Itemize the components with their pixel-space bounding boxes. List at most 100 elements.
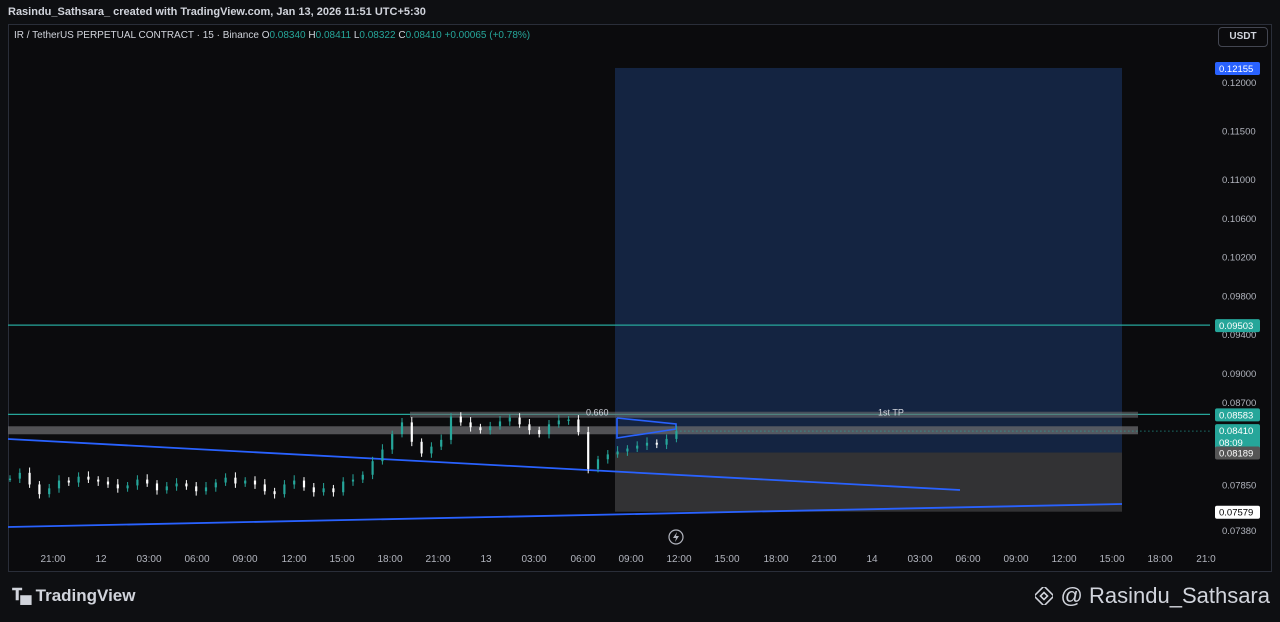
candle-body-1: [18, 472, 21, 479]
x-tick-label-10: 03:00: [521, 554, 546, 565]
candle-body-52: [518, 417, 521, 425]
x-tick-label-15: 18:00: [763, 554, 788, 565]
candle-body-64: [636, 445, 639, 449]
candle-body-15: [155, 483, 159, 491]
candle-body-30: [302, 480, 306, 488]
x-tick-label-1: 12: [95, 554, 107, 565]
price-badge-2: 0.08583: [1215, 408, 1260, 422]
candle-body-31: [312, 487, 315, 493]
price-badge-text-4: 0.08189: [1219, 449, 1253, 460]
candle-body-57: [567, 419, 570, 421]
candle-body-16: [165, 486, 168, 491]
candle-body-3: [38, 484, 41, 495]
candle-body-11: [116, 484, 119, 489]
candle-body-41: [410, 422, 413, 442]
candle-body-35: [351, 479, 355, 482]
price-badge-text-3: 0.08410: [1219, 426, 1253, 437]
x-tick-label-8: 21:00: [425, 554, 450, 565]
author-handle: @ Rasindu_Sathsara: [1034, 583, 1270, 609]
candle-body-66: [655, 442, 658, 445]
candle-body-47: [469, 422, 472, 428]
candle-body-49: [489, 426, 492, 431]
x-tick-label-7: 18:00: [377, 554, 402, 565]
support-band: [8, 426, 1138, 435]
candle-body-61: [606, 454, 609, 460]
candle-body-55: [547, 424, 551, 435]
x-tick-label-20: 09:00: [1003, 554, 1028, 565]
x-tick-label-23: 18:00: [1147, 554, 1172, 565]
candle-body-12: [126, 485, 129, 489]
candle-body-65: [645, 442, 649, 446]
high-label: H: [308, 30, 316, 41]
x-tick-label-19: 06:00: [955, 554, 980, 565]
candle-body-13: [136, 479, 139, 486]
candle-body-60: [596, 459, 600, 469]
x-tick-label-0: 21:00: [40, 554, 65, 565]
candle-body-5: [57, 480, 61, 489]
price-chart[interactable]: 0.660 1st TP 0.12000 0.11500 0.11000 0.10600 0…: [0, 0, 1280, 622]
y-tick-label-8: 0.08700: [1222, 398, 1256, 409]
candle-body-50: [498, 421, 502, 427]
candle-body-9: [97, 479, 100, 482]
x-tick-label-11: 06:00: [570, 554, 595, 565]
high-value: 0.08411: [315, 30, 352, 41]
candle-body-18: [185, 483, 188, 487]
candle-body-8: [87, 476, 90, 480]
candle-body-17: [175, 483, 178, 487]
price-badge-text-5: 0.07579: [1219, 508, 1253, 519]
candle-body-40: [400, 422, 404, 435]
x-tick-label-2: 03:00: [136, 554, 161, 565]
y-tick-label-10: 0.07850: [1222, 480, 1256, 491]
low-value: 0.08322: [359, 30, 396, 41]
candle-body-27: [273, 491, 276, 495]
candle-body-36: [361, 474, 364, 480]
y-tick-label-0: 0.12000: [1222, 78, 1256, 89]
candle-body-37: [371, 461, 374, 475]
y-tick-label-4: 0.10200: [1222, 253, 1256, 264]
price-badge-3: 0.0841008:09: [1215, 424, 1260, 451]
candle-body-39: [391, 434, 394, 450]
x-tick-label-21: 12:00: [1051, 554, 1076, 565]
candle-body-10: [106, 481, 110, 485]
x-tick-label-14: 15:00: [714, 554, 739, 565]
y-tick-label-3: 0.10600: [1222, 214, 1256, 225]
target-zone: [615, 67, 1122, 453]
change-value: +0.00065 (+0.78%): [444, 30, 531, 41]
candle-body-58: [577, 419, 580, 433]
candle-body-24: [244, 480, 247, 484]
price-badge-5: 0.07579: [1215, 505, 1260, 519]
candle-body-23: [234, 477, 237, 484]
author-handle-text: @ Rasindu_Sathsara: [1060, 583, 1270, 608]
candle-body-42: [420, 441, 423, 454]
candle-body-68: [675, 431, 678, 439]
price-badge-text-0: 0.12155: [1219, 64, 1253, 75]
y-tick-label-5: 0.09800: [1222, 291, 1256, 302]
y-tick-label-11: 0.07380: [1222, 526, 1256, 537]
symbol-legend: IR / TetherUS PERPETUAL CONTRACT · 15 · …: [14, 30, 530, 41]
price-badge-text-2: 0.08583: [1219, 410, 1253, 421]
y-tick-label-2: 0.11000: [1222, 175, 1256, 186]
candle-body-44: [440, 439, 443, 447]
candle-body-26: [263, 484, 266, 492]
y-tick-label-7: 0.09000: [1222, 369, 1256, 380]
candle-body-14: [146, 479, 149, 484]
candle-body-33: [332, 488, 335, 493]
x-tick-label-12: 09:00: [618, 554, 643, 565]
x-tick-label-13: 12:00: [666, 554, 691, 565]
open-value: 0.08340: [269, 30, 306, 41]
stop-zone: [615, 452, 1122, 512]
currency-button[interactable]: USDT: [1218, 27, 1268, 47]
annotation-fib: 0.660: [586, 408, 609, 418]
candle-body-32: [322, 488, 325, 493]
candle-body-28: [283, 484, 286, 495]
candle-body-20: [204, 487, 208, 492]
candle-body-67: [665, 438, 668, 445]
trendline-lower: [7, 503, 1123, 528]
candle-body-54: [538, 430, 541, 435]
candle-body-0: [8, 478, 12, 481]
tradingview-mark-icon: 𝐓▄: [12, 587, 32, 604]
candle-body-25: [253, 480, 257, 485]
x-tick-label-5: 12:00: [281, 554, 306, 565]
candle-body-43: [430, 446, 433, 454]
candle-body-45: [449, 416, 453, 440]
